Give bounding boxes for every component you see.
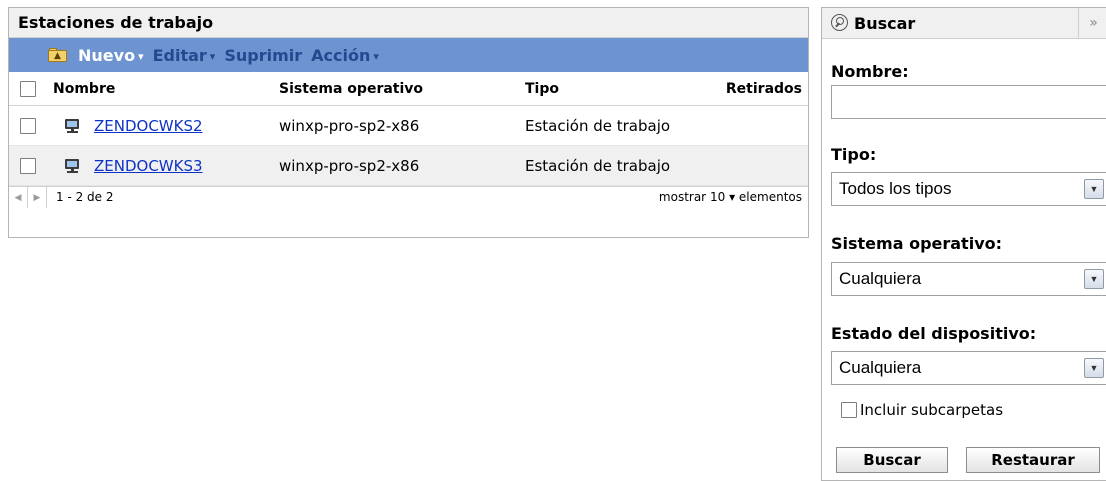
reset-button[interactable]: Restaurar bbox=[966, 447, 1100, 473]
pager: ◀ ▶ 1 - 2 de 2 mostrar 10 ▾ elementos bbox=[9, 186, 808, 208]
workstation-link[interactable]: ZENDOCWKS2 bbox=[94, 117, 203, 135]
name-input[interactable] bbox=[831, 85, 1106, 119]
os-select-value: Cualquiera bbox=[839, 269, 922, 288]
type-select[interactable]: Todos los tipos ▼ bbox=[831, 172, 1106, 206]
folder-up-icon[interactable]: ▲ bbox=[48, 47, 68, 63]
delete-button[interactable]: Suprimir bbox=[224, 46, 302, 65]
type-label: Tipo: bbox=[831, 145, 877, 164]
chevron-down-icon: ▾ bbox=[373, 49, 379, 63]
edit-menu-button[interactable]: Editar ▾ bbox=[153, 46, 216, 65]
chevron-down-icon[interactable]: ▼ bbox=[1084, 179, 1104, 199]
status-select[interactable]: Cualquiera ▼ bbox=[831, 351, 1106, 385]
pager-range: 1 - 2 de 2 bbox=[56, 190, 114, 204]
column-header-name[interactable]: Nombre bbox=[53, 72, 115, 105]
row-checkbox[interactable] bbox=[20, 117, 36, 134]
include-subfolders-checkbox[interactable] bbox=[841, 402, 857, 418]
name-label: Nombre: bbox=[831, 62, 909, 81]
type-cell: Estación de trabajo bbox=[525, 116, 671, 135]
previous-page-icon[interactable]: ◀ bbox=[9, 187, 28, 208]
collapse-panel-icon[interactable]: » bbox=[1078, 8, 1106, 38]
new-menu-button[interactable]: Nuevo ▾ bbox=[78, 46, 144, 65]
chevron-down-icon: ▾ bbox=[729, 190, 736, 204]
chevron-down-icon: ▾ bbox=[138, 49, 144, 63]
workstation-icon bbox=[64, 118, 80, 134]
workstation-icon bbox=[64, 158, 80, 174]
column-header-retired[interactable]: Retirados bbox=[726, 72, 802, 105]
panel-title: Estaciones de trabajo bbox=[9, 8, 808, 38]
action-menu-button[interactable]: Acción ▾ bbox=[311, 46, 379, 65]
page-size-select[interactable]: 10 ▾ bbox=[710, 190, 735, 204]
search-icon bbox=[831, 14, 849, 32]
search-button[interactable]: Buscar bbox=[836, 447, 948, 473]
chevron-down-icon[interactable]: ▼ bbox=[1084, 358, 1104, 378]
table-row: ZENDOCWKS3 winxp-pro-sp2-x86 Estación de… bbox=[9, 146, 808, 186]
next-page-icon[interactable]: ▶ bbox=[28, 187, 47, 208]
os-label: Sistema operativo: bbox=[831, 234, 1003, 253]
select-all-checkbox[interactable] bbox=[20, 80, 36, 97]
page-size-control: mostrar 10 ▾ elementos bbox=[659, 190, 802, 204]
os-select[interactable]: Cualquiera ▼ bbox=[831, 262, 1106, 296]
table-header: Nombre Sistema operativo Tipo Retirados bbox=[9, 72, 808, 106]
workstations-panel: Estaciones de trabajo ▲ Nuevo ▾ Editar ▾ S… bbox=[8, 7, 809, 238]
type-select-value: Todos los tipos bbox=[839, 179, 952, 198]
table-row: ZENDOCWKS2 winxp-pro-sp2-x86 Estación de… bbox=[9, 106, 808, 146]
type-cell: Estación de trabajo bbox=[525, 156, 671, 175]
search-panel-header: Buscar » bbox=[822, 8, 1106, 39]
workstation-link[interactable]: ZENDOCWKS3 bbox=[94, 157, 203, 175]
chevron-down-icon: ▾ bbox=[209, 49, 216, 63]
show-label: mostrar bbox=[658, 190, 707, 204]
search-panel: Buscar » Nombre: Tipo: Todos los tipos ▼… bbox=[821, 7, 1106, 481]
os-cell: winxp-pro-sp2-x86 bbox=[279, 156, 420, 175]
include-subfolders-label: Incluir subcarpetas bbox=[860, 401, 1004, 419]
include-subfolders[interactable]: Incluir subcarpetas bbox=[841, 401, 1003, 419]
row-checkbox[interactable] bbox=[20, 157, 36, 174]
os-cell: winxp-pro-sp2-x86 bbox=[279, 116, 420, 135]
toolbar: ▲ Nuevo ▾ Editar ▾ Suprimir Acción ▾ bbox=[9, 38, 808, 72]
column-header-type[interactable]: Tipo bbox=[525, 72, 559, 105]
items-label: elementos bbox=[738, 190, 802, 204]
status-select-value: Cualquiera bbox=[839, 358, 922, 377]
search-panel-title: Buscar bbox=[854, 13, 916, 33]
column-header-os[interactable]: Sistema operativo bbox=[279, 72, 423, 105]
status-label: Estado del dispositivo: bbox=[831, 324, 1037, 343]
chevron-down-icon[interactable]: ▼ bbox=[1084, 269, 1104, 289]
